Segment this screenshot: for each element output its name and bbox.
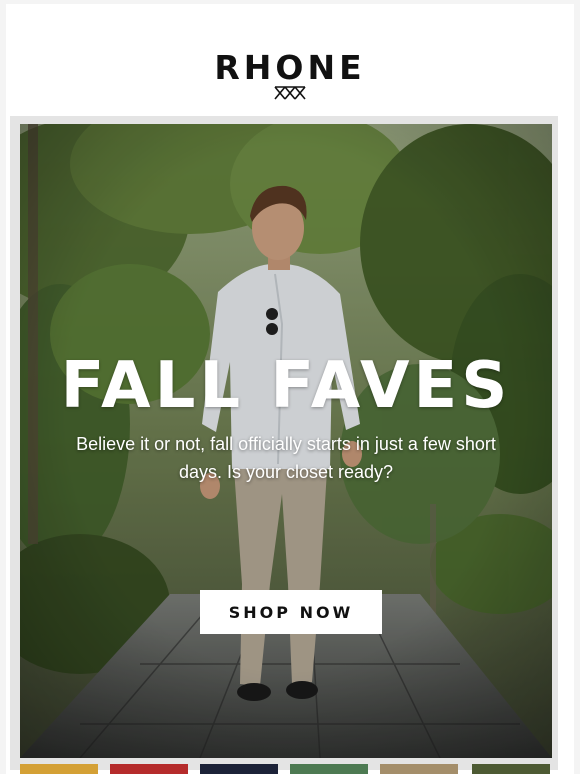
hero-title: FALL FAVES xyxy=(60,349,512,423)
swatch-navy[interactable] xyxy=(200,764,278,774)
swatch-mustard[interactable] xyxy=(20,764,98,774)
swatch-olive[interactable] xyxy=(472,764,550,774)
swatch-green[interactable] xyxy=(290,764,368,774)
email-header: RHONE xyxy=(6,4,574,120)
swatch-red[interactable] xyxy=(110,764,188,774)
hero-banner[interactable]: FALL FAVES Believe it or not, fall offic… xyxy=(20,124,552,758)
hero-subtitle: Believe it or not, fall officially start… xyxy=(76,434,496,482)
brand-logo[interactable]: RHONE xyxy=(6,48,574,87)
email-page: RHONE FALL FAVES Believe it or not, fall… xyxy=(0,0,580,774)
swatch-khaki[interactable] xyxy=(380,764,458,774)
triple-cross-icon xyxy=(274,86,306,100)
shop-now-button[interactable]: SHOP NOW xyxy=(200,590,382,634)
color-swatch-row xyxy=(20,764,552,774)
